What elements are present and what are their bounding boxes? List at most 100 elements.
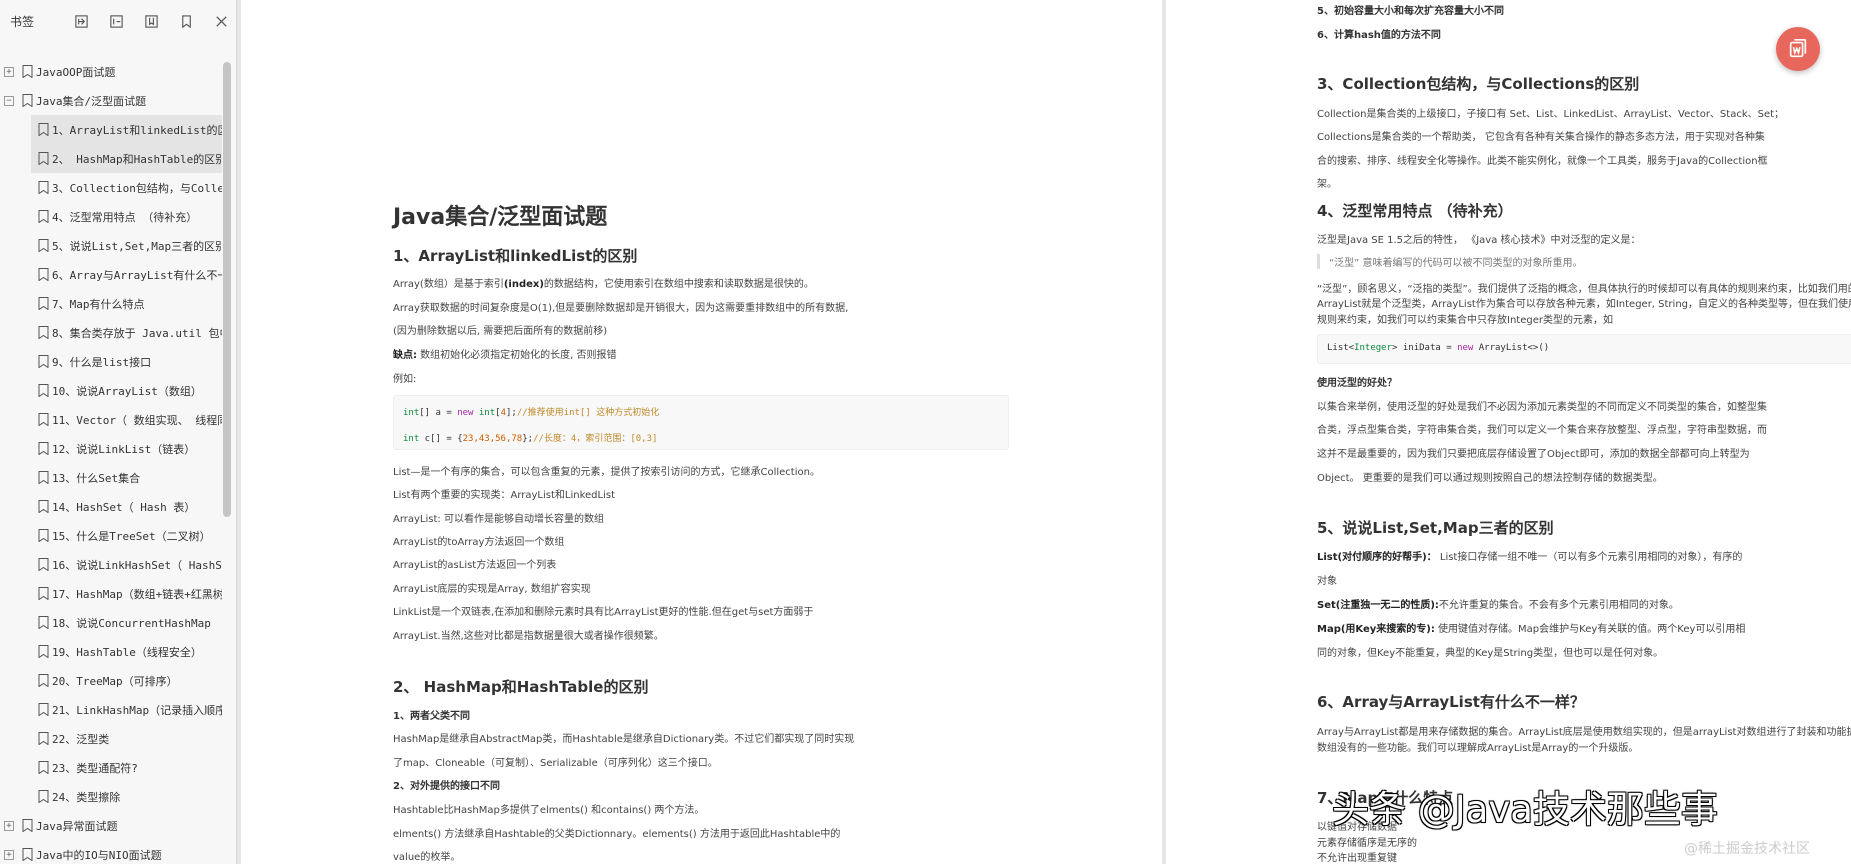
bookmark-label: 11、Vector（ 数组实现、 线程同步） <box>52 413 222 427</box>
bookmark-panel-header: 书签 <box>0 0 236 42</box>
bookmark-item[interactable]: 13、什么Set集合 <box>31 463 222 492</box>
paragraph: ArrayList的asList方法返回一个列表 <box>393 560 557 571</box>
bookmark-icon <box>38 123 49 136</box>
bookmark-icon <box>38 587 49 600</box>
bookmark-icon <box>38 645 49 658</box>
bookmark-folder[interactable]: + Java异常面试题 <box>0 811 222 840</box>
watermark-secondary: @稀土掘金技术社区 <box>1684 841 1810 857</box>
bookmark-icon <box>22 848 33 861</box>
bookmark-item[interactable]: 18、说说ConcurrentHashMap <box>31 608 222 637</box>
bookmark-label: 12、说说LinkList（链表） <box>52 442 196 456</box>
watermark: 头条 @Java技术那些事 <box>1332 788 1718 831</box>
bookmark-item[interactable]: 11、Vector（ 数组实现、 线程同步） <box>31 405 222 434</box>
bookmark-icon <box>38 558 49 571</box>
expand-toggle-icon[interactable]: + <box>4 66 14 77</box>
bookmark-item[interactable]: 16、说说LinkHashSet（ HashSet+LinkedHashMap） <box>31 550 222 579</box>
bookmark-item[interactable]: 22、泛型类 <box>31 724 222 753</box>
bookmark-label: 17、HashMap（数组+链表+红黑树） <box>52 587 222 601</box>
bookmark-item[interactable]: 5、说说List,Set,Map三者的区别 <box>31 231 222 260</box>
bookmark-collapse-icon[interactable] <box>107 12 125 30</box>
bookmark-item[interactable]: 23、类型通配符? <box>31 753 222 782</box>
paragraph: 数组没有的一些功能。我们可以理解成ArrayList是Array的一个升级版。 <box>1317 743 1639 754</box>
bookmark-scrollbar[interactable] <box>223 62 231 517</box>
paragraph: ArrayList就是个泛型类，ArrayList作为集合可以存放各种元素，如I… <box>1317 299 1851 310</box>
bookmark-item[interactable]: 17、HashMap（数组+链表+红黑树） <box>31 579 222 608</box>
bookmark-label: 23、类型通配符? <box>52 761 138 775</box>
bookmark-item[interactable]: 9、什么是list接口 <box>31 347 222 376</box>
code-line: int[] a = new int[4];//推荐使用int[] 这种方式初始化 <box>403 408 660 418</box>
expand-toggle-icon[interactable]: + <box>4 849 14 860</box>
bookmark-icon <box>38 529 49 542</box>
bookmark-icon[interactable] <box>177 12 195 30</box>
bookmark-label: 9、什么是list接口 <box>52 355 152 369</box>
bookmark-label: 16、说说LinkHashSet（ HashSet+LinkedHashMap） <box>52 558 222 572</box>
wps-convert-button[interactable] <box>1776 27 1820 71</box>
bookmark-icon <box>38 210 49 223</box>
paragraph: 对象 <box>1317 576 1337 587</box>
paragraph: List(对付顺序的好帮手)： List接口存储一组不唯一（可以有多个元素引用相… <box>1317 552 1743 563</box>
bookmark-folder[interactable]: + Java中的IO与NIO面试题 <box>0 840 222 864</box>
bookmark-label: 8、集合类存放于 Java.util 包中 <box>52 326 222 340</box>
bookmark-icon <box>38 268 49 281</box>
bookmark-item[interactable]: 4、泛型常用特点 （待补充） <box>31 202 222 231</box>
bookmark-label: Java异常面试题 <box>36 819 118 833</box>
collapse-toggle-icon[interactable]: − <box>4 95 14 106</box>
bookmark-item[interactable]: 10、说说ArrayList（数组） <box>31 376 222 405</box>
bookmark-item[interactable]: 21、LinkHashMap（记录插入顺序） <box>31 695 222 724</box>
bookmark-label: 7、Map有什么特点 <box>52 297 145 311</box>
paragraph: List—是一个有序的集合，可以包含重复的元素，提供了按索引访问的方式，它继承C… <box>393 467 820 478</box>
paragraph: 缺点: 数组初始化必须指定初始化的长度, 否则报错 <box>393 350 617 361</box>
bookmark-icon <box>38 297 49 310</box>
bookmark-item[interactable]: 24、类型擦除 <box>31 782 222 811</box>
section-heading-3: 3、Collection包结构，与Collections的区别 <box>1317 75 1640 93</box>
bookmark-icon <box>22 65 33 78</box>
paragraph: 同的对象，但Key不能重复，典型的Key是String类型，但也可以是任何对象。 <box>1317 648 1664 659</box>
bookmark-item[interactable]: 14、HashSet（ Hash 表） <box>31 492 222 521</box>
bookmark-icon <box>38 471 49 484</box>
bookmark-item[interactable]: 8、集合类存放于 Java.util 包中 <box>31 318 222 347</box>
bookmark-item[interactable]: 20、TreeMap（可排序） <box>31 666 222 695</box>
bookmark-label: 3、Collection包结构，与Collections的区别 <box>52 181 222 195</box>
bookmark-label: 18、说说ConcurrentHashMap <box>52 616 211 630</box>
bookmark-folder[interactable]: − Java集合/泛型面试题 <box>0 86 222 115</box>
bookmark-item[interactable]: 2、 HashMap和HashTable的区别 <box>31 144 222 173</box>
bookmark-folder[interactable]: + JavaOOP面试题 <box>0 57 222 86</box>
paragraph: Collections是集合类的一个帮助类， 它包含有各种有关集合操作的静态多态… <box>1317 132 1765 143</box>
bookmark-label: Java中的IO与NIO面试题 <box>36 848 162 862</box>
bookmark-label: 13、什么Set集合 <box>52 471 141 485</box>
bookmark-item[interactable]: 6、Array与ArrayList有什么不一样？ <box>31 260 222 289</box>
paragraph: 例如: <box>393 374 417 385</box>
bookmark-icon <box>38 616 49 629</box>
bookmark-item[interactable]: 1、ArrayList和linkedList的区别 <box>31 115 222 144</box>
paragraph: elments() 方法继承自Hashtable的父类Dictionnary。e… <box>393 829 841 840</box>
bookmark-label: 2、 HashMap和HashTable的区别 <box>52 152 222 166</box>
paragraph: LinkList是一个双链表,在添加和删除元素时具有比ArrayList更好的性… <box>393 607 814 618</box>
section-heading-5: 5、说说List,Set,Map三者的区别 <box>1317 519 1554 537</box>
section-heading-6: 6、Array与ArrayList有什么不一样？ <box>1317 693 1585 711</box>
paragraph: 架。 <box>1317 179 1337 190</box>
paragraph: 泛型是Java SE 1.5之后的特性， 《Java 核心技术》中对泛型的定义是… <box>1317 235 1641 246</box>
bookmark-expand-icon[interactable] <box>72 12 90 30</box>
bookmark-label: 24、类型擦除 <box>52 790 121 804</box>
paragraph: Array与ArrayList都是用来存储数据的集合。ArrayList底层是使… <box>1317 727 1851 738</box>
bookmark-label: 14、HashSet（ Hash 表） <box>52 500 196 514</box>
bookmark-panel-title: 书签 <box>10 14 35 29</box>
bookmark-label: 5、说说List,Set,Map三者的区别 <box>52 239 222 253</box>
bookmark-icon <box>38 239 49 252</box>
paragraph: List有两个重要的实现类：ArrayList和LinkedList <box>393 490 615 501</box>
bookmark-item[interactable]: 19、HashTable（线程安全） <box>31 637 222 666</box>
paragraph: 不允许出现重复键 <box>1317 853 1397 864</box>
paragraph: 以集合来举例，使用泛型的好处是我们不必因为添加元素类型的不同而定义不同类型的集合… <box>1317 402 1767 413</box>
bookmark-item[interactable]: 15、什么是TreeSet（二叉树） <box>31 521 222 550</box>
bookmark-item[interactable]: 3、Collection包结构，与Collections的区别 <box>31 173 222 202</box>
bookmark-item[interactable]: 7、Map有什么特点 <box>31 289 222 318</box>
bookmark-icon <box>38 326 49 339</box>
bookmark-label: 20、TreeMap（可排序） <box>52 674 178 688</box>
expand-toggle-icon[interactable]: + <box>4 820 14 831</box>
bookmark-icon <box>38 442 49 455</box>
close-icon[interactable] <box>212 12 230 30</box>
bookmark-add-icon[interactable] <box>142 12 160 30</box>
bookmark-item[interactable]: 12、说说LinkList（链表） <box>31 434 222 463</box>
section-heading-4: 4、泛型常用特点 （待补充） <box>1317 202 1513 220</box>
bookmark-icon <box>38 500 49 513</box>
